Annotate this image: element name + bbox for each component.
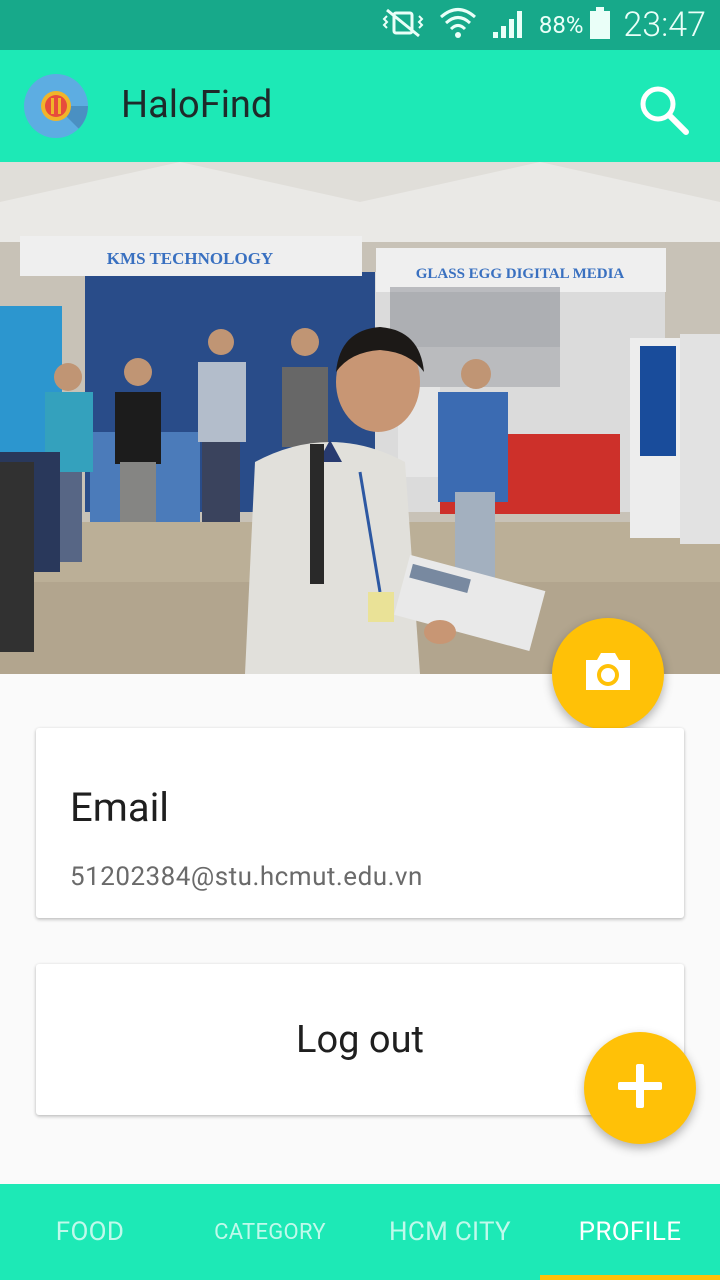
- tab-category[interactable]: CATEGORY: [180, 1184, 360, 1280]
- search-icon[interactable]: [636, 82, 692, 138]
- plus-icon: [616, 1062, 664, 1114]
- add-button[interactable]: [584, 1032, 696, 1144]
- app-bar: HaloFind: [0, 50, 720, 162]
- tab-hcm-city-label: HCM CITY: [389, 1217, 511, 1247]
- camera-icon: [582, 650, 634, 698]
- tab-food[interactable]: FOOD: [0, 1184, 180, 1280]
- email-card: Email 51202384@stu.hcmut.edu.vn: [36, 728, 684, 918]
- email-value: 51202384@stu.hcmut.edu.vn: [70, 862, 423, 892]
- vibrate-icon: [381, 6, 425, 44]
- battery-icon: [589, 6, 611, 44]
- tab-hcm-city[interactable]: HCM CITY: [360, 1184, 540, 1280]
- active-tab-indicator: [540, 1275, 720, 1280]
- clock: 23:47: [623, 5, 706, 45]
- bottom-navigation: FOOD CATEGORY HCM CITY PROFILE: [0, 1184, 720, 1280]
- status-bar: 88% 23:47: [0, 0, 720, 50]
- signal-icon: [491, 6, 525, 44]
- app-title: HaloFind: [121, 83, 273, 127]
- change-photo-camera-button[interactable]: [552, 618, 664, 730]
- logout-label: Log out: [296, 1018, 424, 1062]
- profile-cover-photo: KMS TECHNOLOGY GLASS EGG DIGITAL MEDIA: [0, 162, 720, 674]
- battery-percent: 88%: [538, 11, 584, 39]
- email-label: Email: [70, 784, 170, 831]
- wifi-icon: [439, 6, 477, 44]
- restaurant-logo-icon: [24, 74, 88, 138]
- tab-category-label: CATEGORY: [214, 1219, 326, 1245]
- tab-profile-label: PROFILE: [578, 1217, 682, 1247]
- tab-profile[interactable]: PROFILE: [540, 1184, 720, 1280]
- tab-food-label: FOOD: [55, 1217, 125, 1247]
